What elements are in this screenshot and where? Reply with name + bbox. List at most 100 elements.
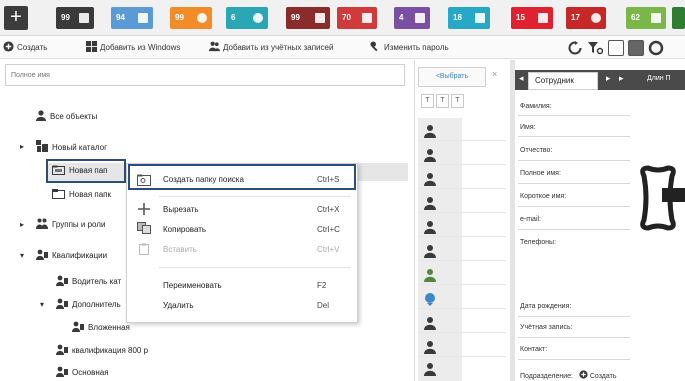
- row-divider: [418, 212, 506, 213]
- user-icon[interactable]: [424, 340, 436, 354]
- counter-badge-2[interactable]: 94: [111, 7, 153, 29]
- tree-node-qualification-800[interactable]: квалификация 800 р: [56, 344, 148, 355]
- report-icon[interactable]: [628, 40, 644, 56]
- counter-badge-4[interactable]: 6: [226, 7, 268, 29]
- export-icon[interactable]: [608, 40, 624, 56]
- paste-icon: [139, 243, 149, 255]
- counter-badge-10[interactable]: 17: [566, 7, 606, 29]
- counter-badge-1[interactable]: 99: [56, 7, 94, 29]
- counter-badge-11[interactable]: 62: [626, 7, 666, 29]
- row-divider: [418, 284, 506, 285]
- tree-node-groups-roles[interactable]: Группы и роли: [36, 218, 105, 229]
- field-divider: [518, 359, 630, 360]
- refresh-icon[interactable]: [568, 41, 582, 55]
- create-department-button[interactable]: Создать: [579, 370, 616, 380]
- menu-item-copy[interactable]: Копировать: [163, 225, 206, 234]
- expand-arrow[interactable]: ▸: [20, 220, 24, 229]
- expand-arrow[interactable]: ▸: [20, 142, 24, 151]
- user-icon-green[interactable]: [424, 268, 436, 282]
- filter-box-3[interactable]: Т: [451, 94, 464, 108]
- row-divider: [418, 140, 506, 141]
- chevron-right-icon[interactable]: ▸: [606, 73, 611, 84]
- field-divider: [518, 316, 630, 317]
- tree-node-additional[interactable]: Дополнитель: [56, 298, 121, 309]
- counter-badge-8[interactable]: 18: [448, 7, 490, 29]
- cart-icon: [651, 13, 661, 23]
- counter-badge-12[interactable]: [672, 7, 685, 29]
- row-divider: [418, 332, 506, 333]
- user-icon[interactable]: [424, 362, 436, 376]
- add-from-windows-button[interactable]: Добавить из Windows: [86, 41, 180, 55]
- search-input[interactable]: [5, 64, 405, 86]
- tree-node-drivers[interactable]: Водитель кат: [56, 275, 121, 286]
- counter-badge-6[interactable]: 70: [337, 7, 377, 29]
- change-password-button[interactable]: Изменить пароль: [370, 41, 449, 55]
- chevron-left-icon[interactable]: ◂: [519, 73, 524, 84]
- user-icon[interactable]: [424, 316, 436, 330]
- menu-item-paste[interactable]: Вставить: [163, 245, 197, 254]
- user-icon: [36, 110, 46, 121]
- expand-arrow[interactable]: ▾: [40, 300, 44, 309]
- add-button[interactable]: +: [4, 6, 28, 30]
- qualification-icon: [36, 249, 48, 260]
- user-icon[interactable]: [424, 172, 436, 186]
- field-divider: [518, 337, 630, 338]
- user-icon[interactable]: [424, 196, 436, 210]
- expand-arrow[interactable]: ▾: [20, 251, 24, 260]
- create-button[interactable]: Создать: [3, 41, 47, 55]
- menu-item-cut[interactable]: Вырезать: [163, 205, 199, 214]
- close-tab-button[interactable]: ×: [492, 69, 497, 79]
- tree-node-qualifications[interactable]: Квалификации: [36, 249, 107, 260]
- status-icon-blue[interactable]: [424, 292, 436, 306]
- select-tab[interactable]: <Выбрать: [418, 67, 486, 87]
- counter-badge-9[interactable]: 15: [511, 7, 553, 29]
- field-divider: [518, 115, 630, 116]
- menu-item-delete[interactable]: Удалить: [163, 301, 194, 310]
- counter-badge-3[interactable]: 99: [170, 7, 212, 29]
- user-icon[interactable]: [424, 244, 436, 258]
- filter-box-2[interactable]: Т: [436, 94, 449, 108]
- add-from-accounts-button[interactable]: Добавить из учётных записей: [209, 41, 333, 55]
- clock-icon: [197, 13, 207, 23]
- user-icon[interactable]: [424, 124, 436, 138]
- tree-node-highlight-frame: [46, 159, 126, 183]
- menu-item-highlight-frame: [128, 164, 356, 190]
- tree-node-new-catalog[interactable]: Новый каталог: [36, 140, 107, 152]
- cut-icon: [138, 203, 150, 215]
- qualification-icon: [56, 298, 68, 309]
- tree-node-all-objects[interactable]: Все объекты: [36, 110, 97, 121]
- qualification-icon: [56, 366, 68, 377]
- qualification-icon: [56, 275, 68, 286]
- row-divider: [418, 164, 506, 165]
- key-icon: [370, 41, 378, 52]
- menu-item-rename[interactable]: Переименовать: [163, 281, 222, 290]
- chevron-right-icon[interactable]: ▸: [619, 73, 624, 84]
- user-icon[interactable]: [424, 220, 436, 234]
- windows-icon: [86, 41, 97, 52]
- tab-employee[interactable]: Сотрудник: [528, 72, 598, 90]
- filter-settings-icon[interactable]: [587, 41, 603, 55]
- cart-icon: [475, 13, 485, 23]
- tree-node-new-folder-2[interactable]: Новая папк: [52, 189, 111, 199]
- shortcut-label: Ctrl+V: [317, 245, 340, 254]
- field-label-department: Подразделение: Создать: [520, 370, 616, 380]
- field-divider: [518, 206, 630, 207]
- tab-other[interactable]: Длин П: [647, 75, 671, 82]
- field-label-account: Учётная запись:: [520, 324, 573, 331]
- tree-node-main[interactable]: Основная: [56, 366, 109, 377]
- user-icon[interactable]: [424, 148, 436, 162]
- field-label-birth-date: Дата рождения:: [520, 303, 572, 310]
- counter-badge-7[interactable]: 4: [394, 7, 430, 29]
- calendar-icon: [538, 13, 548, 23]
- counter-badge-5[interactable]: 99: [286, 7, 330, 29]
- photo-placeholder-icon[interactable]: [632, 158, 685, 238]
- field-divider: [518, 183, 630, 184]
- field-label-first-name: Имя:: [520, 124, 536, 131]
- panel-splitter[interactable]: [510, 60, 515, 381]
- settings-icon[interactable]: [648, 40, 664, 56]
- shortcut-label: F2: [317, 281, 327, 290]
- qualification-icon: [72, 321, 84, 332]
- field-label-short-name: Короткое имя:: [520, 193, 567, 200]
- tree-node-nested[interactable]: Вложенная: [72, 321, 130, 332]
- filter-box-1[interactable]: Т: [421, 94, 434, 108]
